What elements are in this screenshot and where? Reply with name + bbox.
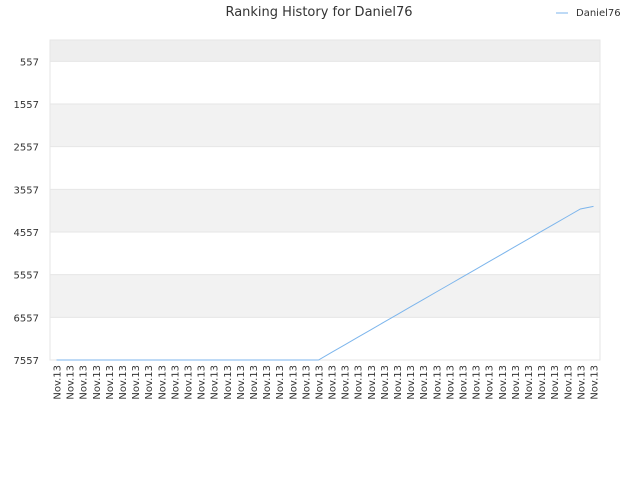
x-tick-label: Nov.13	[236, 365, 247, 400]
x-tick-label: Nov.13	[393, 365, 404, 400]
x-tick-label: Nov.13	[563, 365, 574, 400]
x-tick-label: Nov.13	[210, 365, 221, 400]
x-tick-label: Nov.13	[459, 365, 470, 400]
x-tick-label: Nov.13	[589, 365, 600, 400]
y-tick-label: 5557	[14, 271, 39, 282]
x-tick-label: Nov.13	[419, 365, 430, 400]
chart-title: Ranking History for Daniel76	[225, 5, 412, 20]
x-tick-label: Nov.13	[341, 365, 352, 400]
x-tick-label: Nov.13	[524, 365, 535, 400]
x-tick-label: Nov.13	[380, 365, 391, 400]
y-tick-label: 6557	[14, 313, 39, 324]
y-tick-label: 3557	[14, 185, 39, 196]
x-tick-label: Nov.13	[301, 365, 312, 400]
plot-band	[50, 40, 600, 62]
y-tick-label: 4557	[14, 228, 39, 239]
plot-band	[50, 189, 600, 232]
x-tick-label: Nov.13	[197, 365, 208, 400]
x-tick-label: Nov.13	[550, 365, 561, 400]
x-tick-label: Nov.13	[79, 365, 90, 400]
x-tick-label: Nov.13	[511, 365, 522, 400]
legend[interactable]: Daniel76	[556, 8, 621, 19]
x-tick-label: Nov.13	[354, 365, 365, 400]
x-tick-label: Nov.13	[432, 365, 443, 400]
x-tick-label: Nov.13	[144, 365, 155, 400]
x-tick-label: Nov.13	[157, 365, 168, 400]
x-tick-label: Nov.13	[485, 365, 496, 400]
x-tick-label: Nov.13	[118, 365, 129, 400]
plot-band	[50, 232, 600, 275]
x-tick-label: Nov.13	[472, 365, 483, 400]
x-tick-label: Nov.13	[314, 365, 325, 400]
y-tick-label: 557	[20, 57, 39, 68]
y-axis-ticks: 557 1557 2557 3557 4557 5557 6557 7557	[14, 57, 39, 367]
y-tick-label: 1557	[14, 100, 39, 111]
x-tick-label: Nov.13	[184, 365, 195, 400]
y-tick-label: 7557	[14, 356, 39, 367]
x-tick-label: Nov.13	[537, 365, 548, 400]
x-tick-label: Nov.13	[275, 365, 286, 400]
x-tick-label: Nov.13	[66, 365, 77, 400]
plot-band	[50, 274, 600, 318]
x-tick-label: Nov.13	[288, 365, 299, 400]
plot-band	[50, 317, 600, 360]
x-tick-label: Nov.13	[445, 365, 456, 400]
legend-label: Daniel76	[576, 8, 621, 19]
x-tick-label: Nov.13	[249, 365, 260, 400]
x-tick-label: Nov.13	[53, 365, 64, 400]
x-tick-label: Nov.13	[223, 365, 234, 400]
x-tick-label: Nov.13	[92, 365, 103, 400]
x-tick-label: Nov.13	[406, 365, 417, 400]
x-tick-label: Nov.13	[262, 365, 273, 400]
plot-band	[50, 104, 600, 147]
ranking-chart: Ranking History for Daniel76 Daniel76 55…	[14, 5, 621, 400]
x-tick-label: Nov.13	[498, 365, 509, 400]
y-tick-label: 2557	[14, 143, 39, 154]
x-tick-label: Nov.13	[131, 365, 142, 400]
x-tick-label: Nov.13	[170, 365, 181, 400]
plot-band	[50, 61, 600, 104]
plot-band	[50, 146, 600, 190]
plot-bands	[50, 40, 600, 360]
x-tick-label: Nov.13	[328, 365, 339, 400]
x-tick-label: Nov.13	[576, 365, 587, 400]
x-tick-label: Nov.13	[105, 365, 116, 400]
x-axis-ticks: Nov.13 Nov.13 Nov.13 Nov.13 Nov.13 Nov.13 Nov.…	[53, 365, 601, 400]
x-tick-label: Nov.13	[367, 365, 378, 400]
